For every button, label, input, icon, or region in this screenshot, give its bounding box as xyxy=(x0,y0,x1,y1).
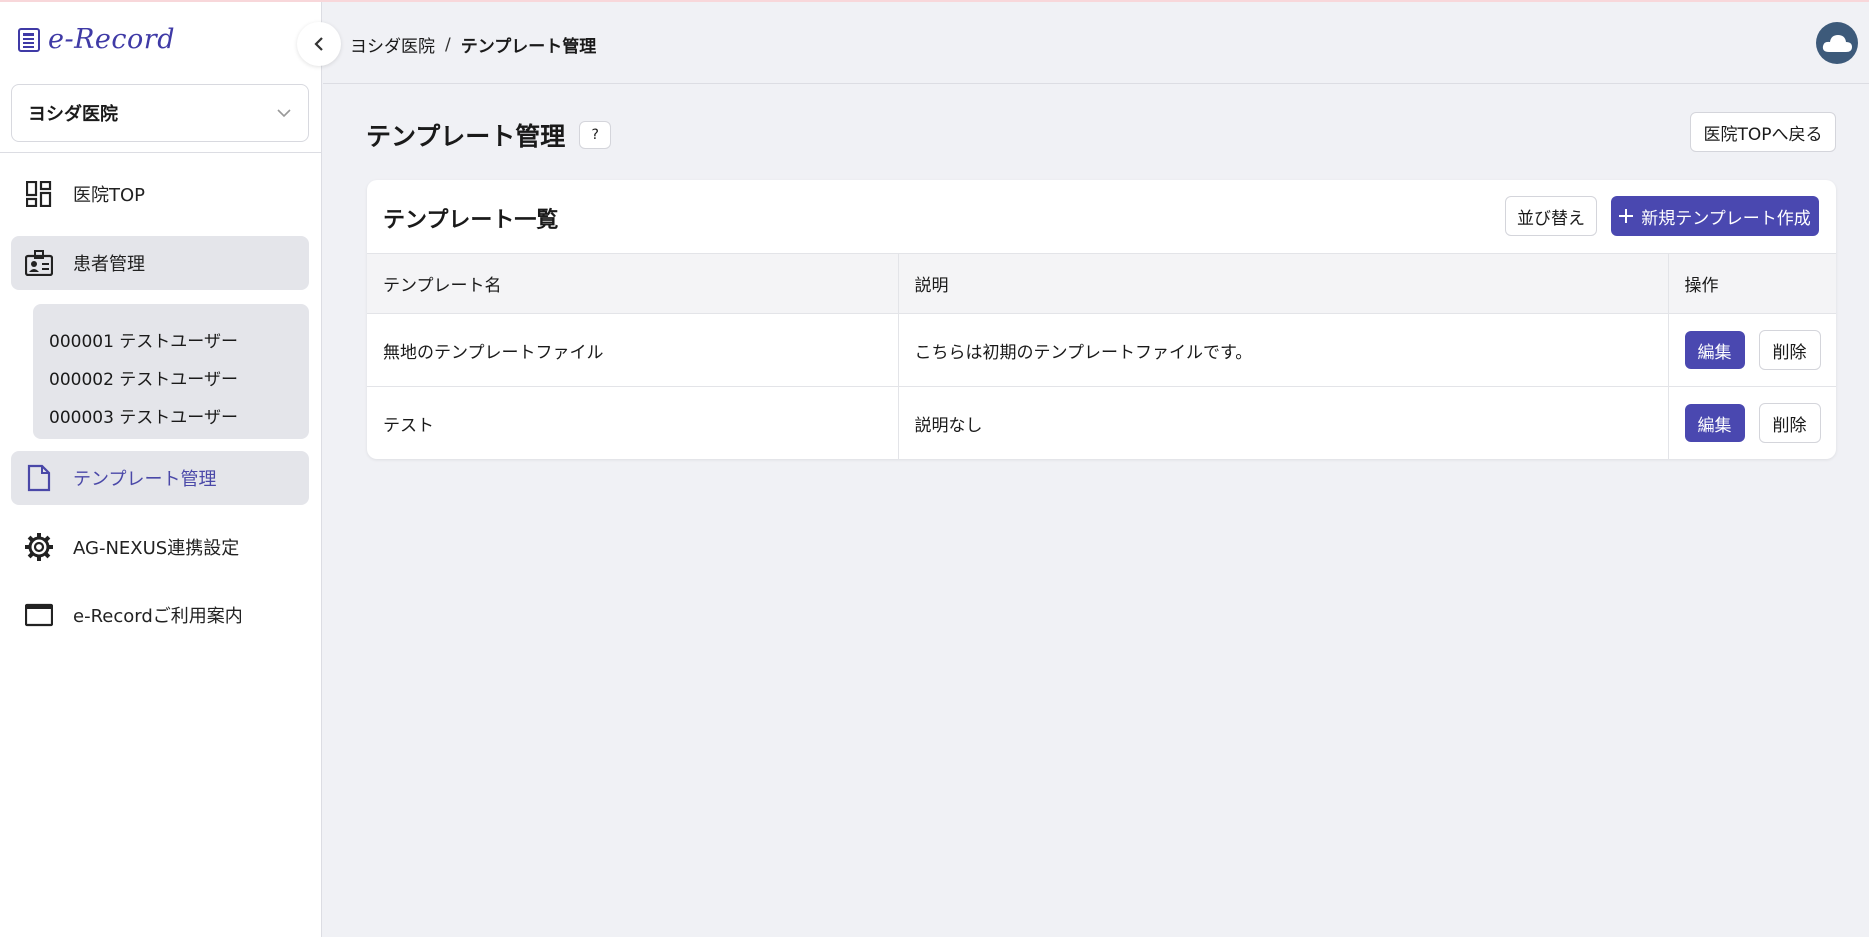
clinic-select[interactable]: ヨシダ医院 xyxy=(11,84,309,142)
template-table: テンプレート名 説明 操作 無地のテンプレートファイル こちらは初期のテンプレー… xyxy=(367,253,1836,459)
table-row: 無地のテンプレートファイル こちらは初期のテンプレートファイルです。 編集 削除 xyxy=(367,313,1836,387)
actions-cell: 編集 削除 xyxy=(1667,386,1836,459)
patient-list-item[interactable]: 000002 テストユーザー xyxy=(33,358,309,396)
book-icon xyxy=(18,27,40,52)
document-icon xyxy=(25,464,53,492)
column-header-actions: 操作 xyxy=(1667,253,1836,314)
clinic-select-value: ヨシダ医院 xyxy=(28,104,118,125)
plus-icon xyxy=(1619,209,1634,223)
sidebar-item-label: 医院TOP xyxy=(73,185,146,206)
logo-text: e-Record xyxy=(48,24,175,55)
template-description-cell: こちらは初期のテンプレートファイルです。 xyxy=(897,313,1668,387)
new-template-label: 新規テンプレート作成 xyxy=(1641,208,1811,229)
back-to-clinic-top-button[interactable]: 医院TOPへ戻る xyxy=(1690,112,1836,152)
column-header-description: 説明 xyxy=(897,253,1668,314)
page-title-text: テンプレート管理 xyxy=(366,122,566,151)
sidebar-divider xyxy=(0,152,322,153)
header: ヨシダ医院 / テンプレート管理 xyxy=(323,2,1869,84)
delete-button[interactable]: 削除 xyxy=(1758,403,1821,444)
edit-button[interactable]: 編集 xyxy=(1684,331,1745,369)
sidebar-item-ag-nexus[interactable]: AG-NEXUS連携設定 xyxy=(11,520,309,574)
breadcrumb: ヨシダ医院 / テンプレート管理 xyxy=(350,32,597,58)
page-title: テンプレート管理 ? xyxy=(366,117,612,153)
chevron-down-icon xyxy=(277,109,291,118)
table-header-row: テンプレート名 説明 操作 xyxy=(367,253,1836,314)
help-button[interactable]: ? xyxy=(579,121,612,149)
card-header: テンプレート一覧 並び替え 新規テンプレート作成 xyxy=(367,180,1836,253)
sort-button[interactable]: 並び替え xyxy=(1505,196,1597,236)
breadcrumb-current: テンプレート管理 xyxy=(460,37,597,57)
sidebar-item-label: AG-NEXUS連携設定 xyxy=(73,538,240,559)
table-row: テスト 説明なし 編集 削除 xyxy=(367,386,1836,459)
edit-button[interactable]: 編集 xyxy=(1684,404,1745,443)
template-description-cell: 説明なし xyxy=(897,386,1668,459)
sidebar-item-templates[interactable]: テンプレート管理 xyxy=(11,451,309,505)
breadcrumb-parent[interactable]: ヨシダ医院 xyxy=(350,32,435,57)
card-title: テンプレート一覧 xyxy=(383,208,559,233)
chevron-left-icon xyxy=(314,37,323,51)
window-icon xyxy=(25,601,53,629)
delete-button[interactable]: 削除 xyxy=(1758,330,1821,370)
app-logo[interactable]: e-Record xyxy=(18,24,175,55)
avatar[interactable] xyxy=(1816,22,1858,64)
patient-list-item[interactable]: 000003 テストユーザー xyxy=(33,396,309,434)
patient-list: 000001 テストユーザー 000002 テストユーザー 000003 テスト… xyxy=(33,304,309,439)
sidebar-item-clinic-top[interactable]: 医院TOP xyxy=(11,167,309,221)
sidebar-item-patients[interactable]: 患者管理 xyxy=(11,236,309,290)
cloud-icon xyxy=(1822,35,1852,52)
template-list-card: テンプレート一覧 並び替え 新規テンプレート作成 テンプレート名 説明 操作 無… xyxy=(367,180,1836,459)
template-name-cell: テスト xyxy=(367,386,898,459)
sidebar: e-Record ヨシダ医院 医院TOP 患者管理 000001 テストユーザー… xyxy=(0,2,322,937)
id-card-icon xyxy=(25,249,53,277)
patient-list-item[interactable]: 000001 テストユーザー xyxy=(33,320,309,358)
sidebar-item-label: 患者管理 xyxy=(73,254,145,275)
column-header-name: テンプレート名 xyxy=(367,253,898,314)
dashboard-icon xyxy=(25,180,53,208)
sidebar-item-label: テンプレート管理 xyxy=(73,469,217,490)
new-template-button[interactable]: 新規テンプレート作成 xyxy=(1611,196,1819,236)
template-name-cell: 無地のテンプレートファイル xyxy=(367,313,898,387)
sidebar-item-label: e-Recordご利用案内 xyxy=(73,606,243,627)
sidebar-collapse-button[interactable] xyxy=(297,22,341,66)
actions-cell: 編集 削除 xyxy=(1667,313,1836,387)
breadcrumb-separator: / xyxy=(445,34,451,55)
gear-icon xyxy=(25,533,53,561)
sidebar-item-guide[interactable]: e-Recordご利用案内 xyxy=(11,588,309,642)
